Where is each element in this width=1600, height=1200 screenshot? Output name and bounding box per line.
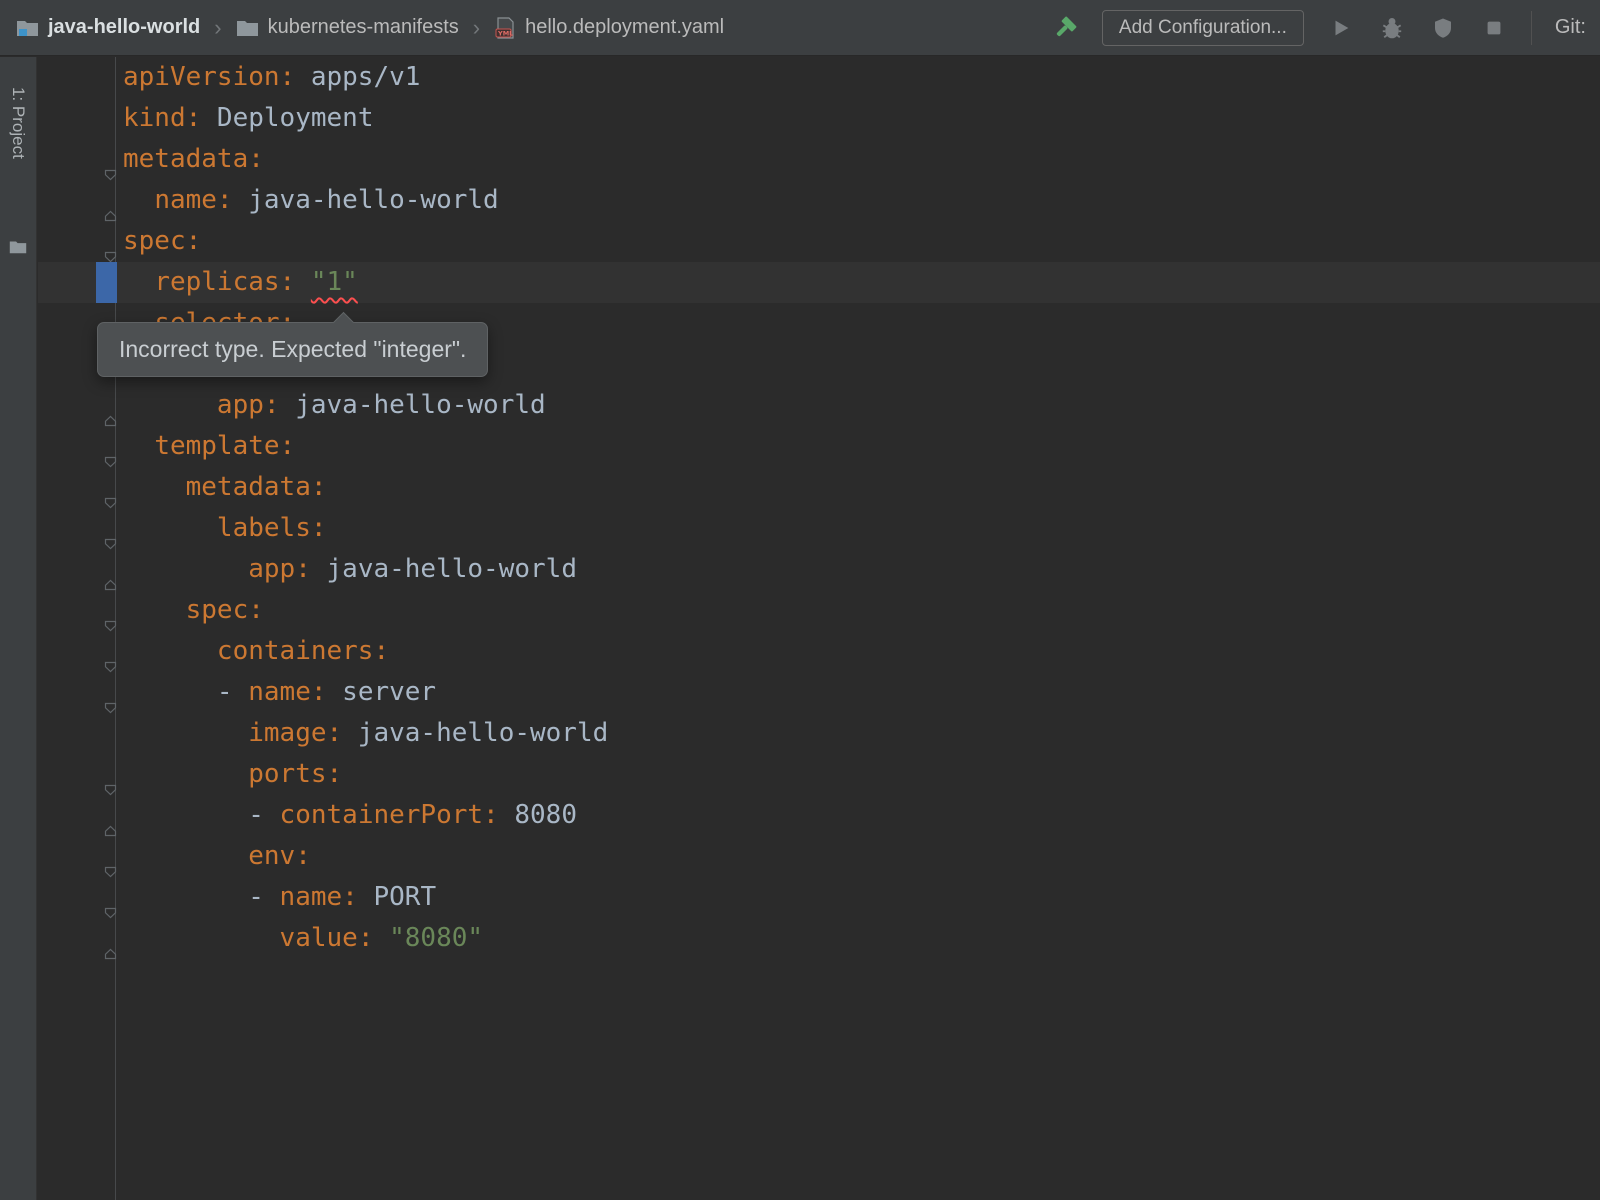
tool-window-stripe: 1: Project: [0, 57, 37, 1200]
yaml-file-icon: YML: [494, 16, 516, 40]
fold-end-icon[interactable]: [104, 932, 117, 944]
project-stripe-folder-icon: [9, 239, 27, 255]
code-text: name: java-hello-world: [123, 185, 499, 215]
stop-icon: [1483, 17, 1505, 39]
code-text: template:: [123, 431, 295, 461]
fold-start-icon[interactable]: [104, 686, 117, 698]
chevron-right-icon: ›: [212, 15, 223, 41]
add-configuration-button[interactable]: Add Configuration...: [1102, 10, 1304, 46]
fold-end-icon[interactable]: [104, 194, 117, 206]
code-text: ports:: [123, 759, 342, 789]
breadcrumb-label: java-hello-world: [48, 16, 200, 39]
code-line[interactable]: spec:: [38, 590, 1600, 631]
code-line[interactable]: - name: PORT: [38, 877, 1600, 918]
code-text: value: "8080": [123, 923, 483, 953]
code-text: - containerPort: 8080: [123, 800, 577, 830]
fold-end-icon[interactable]: [104, 399, 117, 411]
fold-start-icon[interactable]: [104, 522, 117, 534]
code-lines: apiVersion: apps/v1 kind: Deployment metad…: [38, 57, 1600, 959]
build-hammer-icon: [1052, 15, 1078, 41]
code-line[interactable]: metadata:: [38, 139, 1600, 180]
fold-start-icon[interactable]: [104, 604, 117, 616]
code-line[interactable]: ports:: [38, 754, 1600, 795]
toolbar-actions: Add Configuration... Git:: [1051, 10, 1600, 46]
chevron-right-icon: ›: [471, 15, 482, 41]
fold-start-icon[interactable]: [104, 768, 117, 780]
code-text: apiVersion: apps/v1: [123, 62, 420, 92]
code-text: labels:: [123, 513, 327, 543]
code-text: spec:: [123, 226, 201, 256]
fold-end-icon[interactable]: [104, 563, 117, 575]
code-text: metadata:: [123, 472, 327, 502]
build-button[interactable]: [1051, 14, 1079, 42]
code-line[interactable]: app: java-hello-world: [38, 549, 1600, 590]
run-icon: [1330, 17, 1352, 39]
coverage-shield-icon: [1431, 16, 1455, 40]
coverage-button[interactable]: [1429, 14, 1457, 42]
code-line[interactable]: image: java-hello-world: [38, 713, 1600, 754]
code-text: spec:: [123, 595, 264, 625]
fold-start-icon[interactable]: [104, 235, 117, 247]
project-folder-icon: [16, 18, 39, 38]
run-button[interactable]: [1327, 14, 1355, 42]
error-tooltip: Incorrect type. Expected "integer".: [97, 322, 488, 377]
error-tooltip-text: Incorrect type. Expected "integer".: [119, 336, 466, 362]
stop-button[interactable]: [1480, 14, 1508, 42]
project-tool-window-button[interactable]: 1: Project: [8, 87, 28, 159]
toolbar-separator: [1531, 11, 1532, 45]
debug-button[interactable]: [1378, 14, 1406, 42]
fold-start-icon[interactable]: [104, 850, 117, 862]
breadcrumb-folder[interactable]: kubernetes-manifests: [236, 16, 459, 39]
breadcrumb-label: hello.deployment.yaml: [525, 16, 724, 39]
code-line[interactable]: - name: server: [38, 672, 1600, 713]
fold-start-icon[interactable]: [104, 440, 117, 452]
svg-text:YML: YML: [497, 29, 513, 37]
fold-end-icon[interactable]: [104, 809, 117, 821]
code-line[interactable]: containers:: [38, 631, 1600, 672]
code-text: metadata:: [123, 144, 264, 174]
fold-start-icon[interactable]: [104, 481, 117, 493]
code-line[interactable]: - containerPort: 8080: [38, 795, 1600, 836]
folder-icon: [236, 18, 259, 38]
code-line[interactable]: metadata:: [38, 467, 1600, 508]
code-line[interactable]: template:: [38, 426, 1600, 467]
code-text: - name: PORT: [123, 882, 436, 912]
code-line[interactable]: env:: [38, 836, 1600, 877]
editor[interactable]: apiVersion: apps/v1 kind: Deployment metad…: [38, 57, 1600, 1200]
code-line[interactable]: labels:: [38, 508, 1600, 549]
code-text: containers:: [123, 636, 389, 666]
code-text: app: java-hello-world: [123, 390, 546, 420]
breadcrumb: java-hello-world › kubernetes-manifests …: [16, 15, 724, 41]
code-text: env:: [123, 841, 311, 871]
code-line[interactable]: spec:: [38, 221, 1600, 262]
code-line[interactable]: kind: Deployment: [38, 98, 1600, 139]
code-line[interactable]: app: java-hello-world: [38, 385, 1600, 426]
code-text: replicas: "1": [123, 267, 358, 297]
navigation-bar: java-hello-world › kubernetes-manifests …: [0, 0, 1600, 56]
fold-start-icon[interactable]: [104, 645, 117, 657]
code-line[interactable]: name: java-hello-world: [38, 180, 1600, 221]
code-line[interactable]: apiVersion: apps/v1: [38, 57, 1600, 98]
fold-start-icon[interactable]: [104, 891, 117, 903]
code-text: kind: Deployment: [123, 103, 373, 133]
caret-line-gutter-marker: [96, 262, 117, 303]
code-text: image: java-hello-world: [123, 718, 608, 748]
breadcrumb-label: kubernetes-manifests: [268, 16, 459, 39]
code-text: - name: server: [123, 677, 436, 707]
breadcrumb-file[interactable]: YML hello.deployment.yaml: [494, 16, 724, 40]
code-text: app: java-hello-world: [123, 554, 577, 584]
breadcrumb-project[interactable]: java-hello-world: [16, 16, 200, 39]
debug-bug-icon: [1379, 15, 1405, 41]
code-line[interactable]: replicas: "1": [38, 262, 1600, 303]
fold-start-icon[interactable]: [104, 153, 117, 165]
code-line[interactable]: value: "8080": [38, 918, 1600, 959]
git-branch-widget[interactable]: Git:: [1555, 16, 1586, 39]
